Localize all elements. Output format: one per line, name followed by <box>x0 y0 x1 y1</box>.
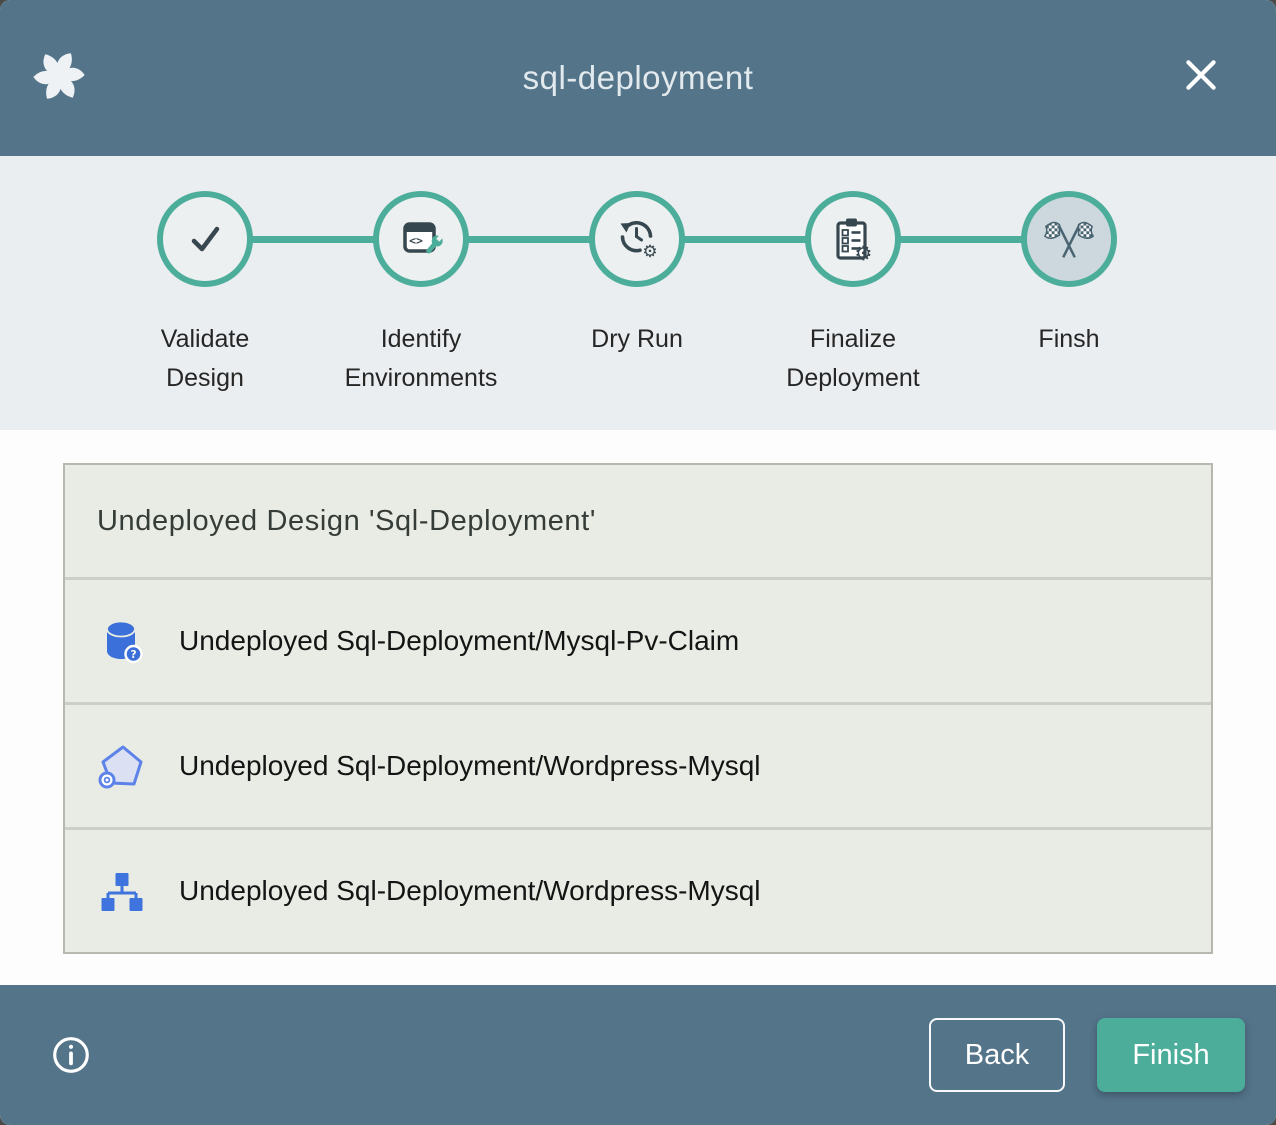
step-circle-dry-run[interactable]: ⚙ <box>589 191 685 287</box>
step-finsh: Finsh <box>961 156 1177 398</box>
list-item-text: Undeployed Sql-Deployment/Mysql-Pv-Claim <box>179 625 739 657</box>
svg-text:⚙: ⚙ <box>855 241 873 263</box>
code-window-wrench-icon: <> <box>397 215 445 263</box>
undeployed-items-panel: Undeployed Design 'Sql-Deployment' ? Und… <box>63 463 1213 954</box>
step-circle-finsh[interactable] <box>1021 191 1117 287</box>
step-label: Dry Run <box>591 320 683 359</box>
list-item: Undeployed Sql-Deployment/Wordpress-Mysq… <box>65 827 1211 952</box>
svg-text:<>: <> <box>409 234 423 248</box>
dry-run-refresh-gear-icon: ⚙ <box>613 215 661 263</box>
pentagon-badge-icon <box>97 742 145 790</box>
wizard-stepper: Validate Design <> <box>0 156 1276 430</box>
dialog-title: sql-deployment <box>0 0 1276 156</box>
topology-tree-icon <box>97 867 145 915</box>
step-dry-run: ⚙ Dry Run <box>529 156 745 398</box>
database-question-icon: ? <box>97 617 145 665</box>
list-item-text: Undeployed Sql-Deployment/Wordpress-Mysq… <box>179 875 761 907</box>
step-circle-finalize-deployment[interactable]: ⚙ <box>805 191 901 287</box>
step-label: Finalize Deployment <box>786 320 919 398</box>
finish-button[interactable]: Finish <box>1097 1018 1245 1092</box>
step-label: Finsh <box>1038 320 1099 359</box>
step-circle-identify-environments[interactable]: <> <box>373 191 469 287</box>
svg-text:?: ? <box>130 649 136 661</box>
list-item: ? Undeployed Sql-Deployment/Mysql-Pv-Cla… <box>65 577 1211 702</box>
svg-text:⚙: ⚙ <box>642 242 657 262</box>
panel-title: Undeployed Design 'Sql-Deployment' <box>65 465 1211 577</box>
info-icon <box>50 1034 92 1076</box>
step-validate-design: Validate Design <box>97 156 313 398</box>
close-icon <box>1180 54 1222 96</box>
step-label: Validate Design <box>161 320 250 398</box>
clipboard-checklist-gear-icon: ⚙ <box>829 215 877 263</box>
info-button[interactable] <box>50 1034 92 1076</box>
close-button[interactable] <box>1178 52 1224 98</box>
step-circle-validate-design[interactable] <box>157 191 253 287</box>
step-identify-environments: <> Identify Environments <box>313 156 529 398</box>
deployment-report-area: Undeployed Design 'Sql-Deployment' ? Und… <box>0 430 1276 985</box>
sql-deployment-dialog: sql-deployment <box>0 0 1276 1125</box>
checkered-flags-icon <box>1043 216 1095 262</box>
dialog-header: sql-deployment <box>0 0 1276 156</box>
dialog-footer: Back Finish <box>0 985 1276 1125</box>
back-button[interactable]: Back <box>929 1018 1065 1092</box>
list-item: Undeployed Sql-Deployment/Wordpress-Mysq… <box>65 702 1211 827</box>
step-finalize-deployment: ⚙ Finalize Deployment <box>745 156 961 398</box>
list-item-text: Undeployed Sql-Deployment/Wordpress-Mysq… <box>179 750 761 782</box>
step-label: Identify Environments <box>345 320 498 398</box>
checkmark-icon <box>181 215 229 263</box>
